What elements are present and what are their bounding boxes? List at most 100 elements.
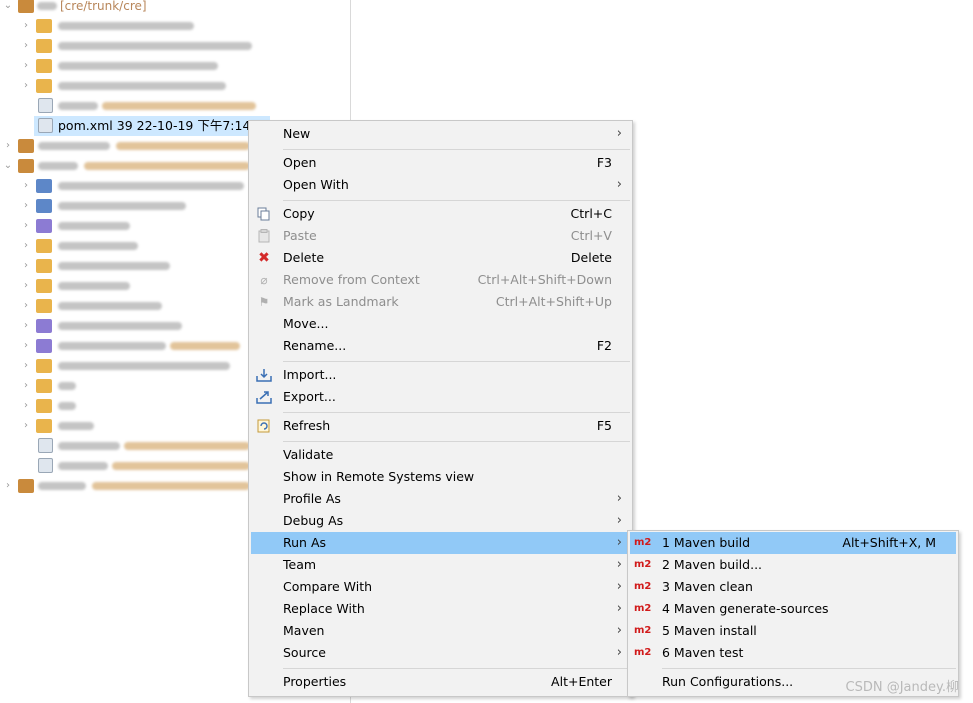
menu-item-source[interactable]: Source › [251, 642, 630, 664]
chevron-right-icon[interactable]: › [20, 76, 32, 96]
submenu-item-maven-clean[interactable]: m2 3 Maven clean [630, 576, 956, 598]
chevron-right-icon[interactable]: › [20, 196, 32, 216]
tree-row[interactable]: › [0, 36, 350, 56]
source-folder-icon [36, 299, 52, 313]
submenu-item-maven-build-dialog[interactable]: m2 2 Maven build... [630, 554, 956, 576]
menu-label: 2 Maven build... [662, 557, 763, 572]
redacted-text [58, 322, 182, 330]
chevron-right-icon[interactable]: › [2, 476, 14, 496]
chevron-right-icon[interactable]: › [20, 176, 32, 196]
xml-file-icon [38, 438, 53, 453]
menu-item-mark-as-landmark[interactable]: ⚑ Mark as Landmark Ctrl+Alt+Shift+Up [251, 291, 630, 313]
export-icon [256, 390, 272, 404]
menu-item-profile-as[interactable]: Profile As › [251, 488, 630, 510]
chevron-right-icon[interactable]: › [20, 16, 32, 36]
project-icon [18, 139, 34, 153]
maven-m2-icon: m2 [634, 581, 652, 592]
tree-row[interactable]: › [0, 76, 350, 96]
project-icon [18, 0, 34, 13]
menu-label: Run As [283, 535, 327, 550]
folder-icon [36, 19, 52, 33]
menu-label: Replace With [283, 601, 365, 616]
menu-item-import[interactable]: Import... [251, 364, 630, 386]
menu-item-compare-with[interactable]: Compare With › [251, 576, 630, 598]
chevron-right-icon[interactable]: › [20, 376, 32, 396]
chevron-right-icon[interactable]: › [20, 236, 32, 256]
menu-item-open[interactable]: Open F3 [251, 152, 630, 174]
redacted-text [58, 442, 120, 450]
menu-item-team[interactable]: Team › [251, 554, 630, 576]
menu-item-copy[interactable]: Copy Ctrl+C [251, 203, 630, 225]
menu-label: 5 Maven install [662, 623, 757, 638]
menu-label: Show in Remote Systems view [283, 469, 475, 484]
redacted-text [58, 182, 244, 190]
menu-separator [283, 668, 630, 669]
menu-item-debug-as[interactable]: Debug As › [251, 510, 630, 532]
chevron-right-icon[interactable]: › [20, 256, 32, 276]
submenu-arrow-icon: › [616, 491, 622, 506]
chevron-right-icon[interactable]: › [20, 416, 32, 436]
chevron-right-icon[interactable]: › [20, 216, 32, 236]
folder-icon [36, 419, 52, 433]
redacted-text [58, 422, 94, 430]
tree-row[interactable]: › [0, 16, 350, 36]
chevron-right-icon[interactable]: › [20, 276, 32, 296]
submenu-item-maven-test[interactable]: m2 6 Maven test [630, 642, 956, 664]
menu-item-run-as[interactable]: Run As › [251, 532, 630, 554]
chevron-down-icon[interactable]: ⌄ [2, 156, 14, 176]
redacted-text [92, 482, 250, 490]
submenu-arrow-icon: › [616, 623, 622, 638]
source-folder-icon [36, 239, 52, 253]
submenu-item-maven-install[interactable]: m2 5 Maven install [630, 620, 956, 642]
chevron-right-icon[interactable]: › [20, 56, 32, 76]
chevron-right-icon[interactable]: › [20, 316, 32, 336]
xml-file-icon [38, 118, 53, 133]
redacted-text [58, 202, 186, 210]
redacted-text [58, 222, 130, 230]
chevron-right-icon[interactable]: › [20, 296, 32, 316]
chevron-right-icon[interactable]: › [20, 36, 32, 56]
menu-item-maven[interactable]: Maven › [251, 620, 630, 642]
menu-separator [283, 149, 630, 150]
menu-item-refresh[interactable]: Refresh F5 [251, 415, 630, 437]
menu-item-remove-from-context[interactable]: ⌀ Remove from Context Ctrl+Alt+Shift+Dow… [251, 269, 630, 291]
submenu-item-maven-build[interactable]: m2 1 Maven build Alt+Shift+X, M [630, 532, 956, 554]
chevron-down-icon[interactable]: ⌄ [2, 0, 14, 16]
chevron-right-icon[interactable]: › [2, 136, 14, 156]
folder-icon [36, 79, 52, 93]
submenu-arrow-icon: › [616, 601, 622, 616]
watermark: CSDN @Jandey.柳 [845, 680, 959, 695]
chevron-right-icon[interactable]: › [20, 396, 32, 416]
menu-item-delete[interactable]: ✖ Delete Delete [251, 247, 630, 269]
web-services-icon [36, 199, 52, 213]
redacted-text [58, 402, 76, 410]
copy-icon [256, 207, 272, 221]
menu-label: Profile As [283, 491, 341, 506]
menu-item-show-in-remote-systems[interactable]: Show in Remote Systems view [251, 466, 630, 488]
submenu-item-maven-generate-sources[interactable]: m2 4 Maven generate-sources [630, 598, 956, 620]
maven-m2-icon: m2 [634, 603, 652, 614]
project-icon [18, 159, 34, 173]
menu-item-rename[interactable]: Rename... F2 [251, 335, 630, 357]
menu-item-new[interactable]: New › [251, 123, 630, 145]
redacted-text [112, 462, 250, 470]
chevron-right-icon[interactable]: › [20, 356, 32, 376]
menu-item-open-with[interactable]: Open With › [251, 174, 630, 196]
tree-row[interactable]: › [0, 56, 350, 76]
tree-row[interactable] [0, 96, 350, 116]
menu-item-properties[interactable]: Properties Alt+Enter [251, 671, 630, 693]
maven-m2-icon: m2 [634, 537, 652, 548]
menu-shortcut: Ctrl+Alt+Shift+Up [495, 294, 612, 309]
chevron-right-icon[interactable]: › [20, 336, 32, 356]
menu-item-paste[interactable]: Paste Ctrl+V [251, 225, 630, 247]
tree-row-pom-xml[interactable]: pom.xml 39 22-10-19 下午7:14 [0, 116, 270, 136]
menu-item-validate[interactable]: Validate [251, 444, 630, 466]
menu-label: Move... [283, 316, 329, 331]
menu-item-move[interactable]: Move... [251, 313, 630, 335]
menu-separator [283, 441, 630, 442]
menu-label: 1 Maven build [662, 535, 751, 550]
tree-row-project-root[interactable]: ⌄ [cre/trunk/cre] [0, 0, 350, 16]
redacted-text [37, 2, 57, 10]
menu-item-export[interactable]: Export... [251, 386, 630, 408]
menu-item-replace-with[interactable]: Replace With › [251, 598, 630, 620]
